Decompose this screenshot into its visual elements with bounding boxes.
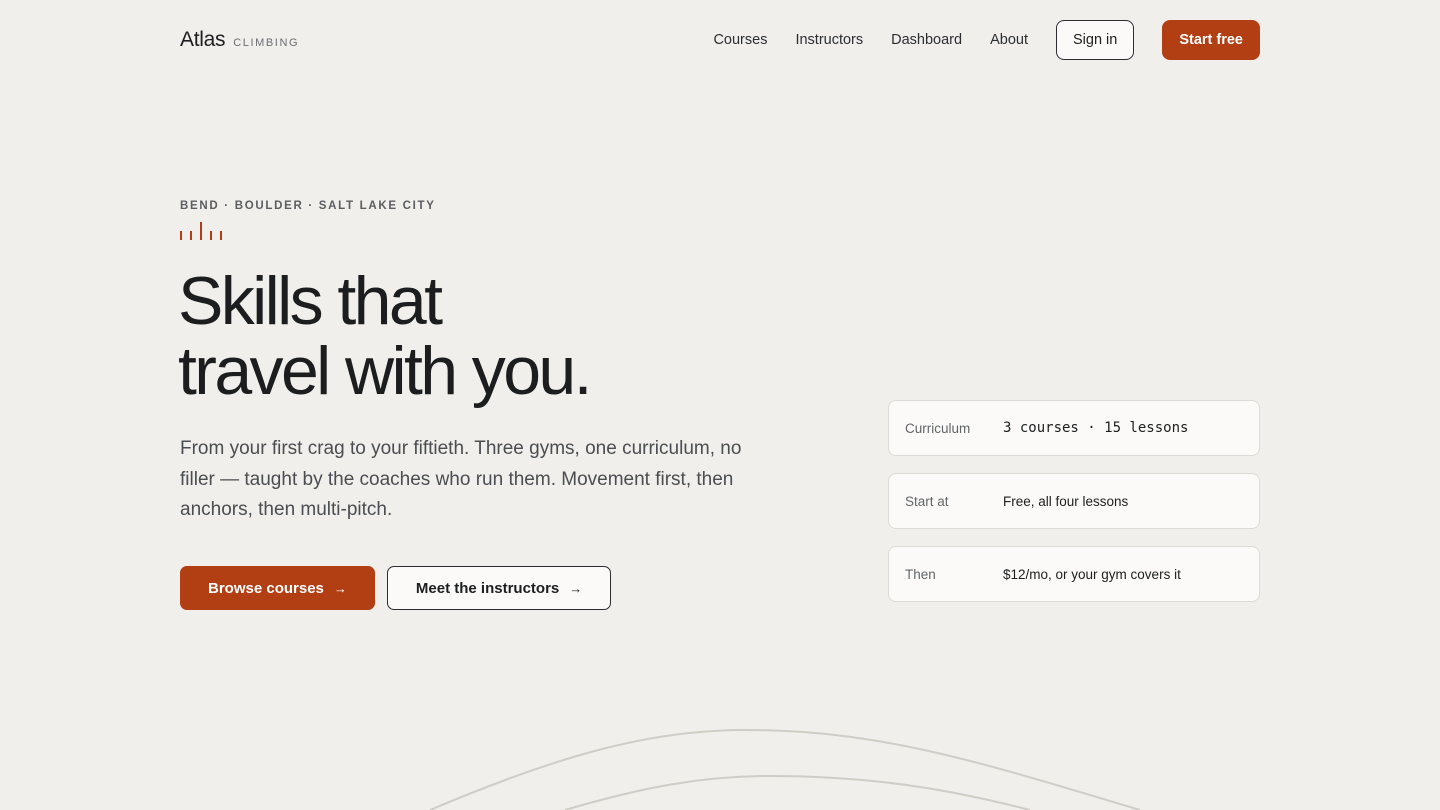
info-card-label: Start at <box>905 493 949 509</box>
info-card-value: $12/mo, or your gym covers it <box>1003 566 1181 582</box>
sign-in-button[interactable]: Sign in <box>1055 20 1135 60</box>
nav-link-instructors[interactable]: Instructors <box>795 32 863 48</box>
brand-subtitle: CLIMBING <box>233 37 300 49</box>
arrow-right-icon: → <box>333 580 347 596</box>
meet-instructors-label: Meet the instructors <box>415 579 560 597</box>
info-card-then: Then $12/mo, or your gym covers it <box>888 546 1260 602</box>
start-free-button[interactable]: Start free <box>1162 20 1260 60</box>
info-card-label: Curriculum <box>905 420 971 436</box>
hero-eyebrow: BEND · BOULDER · SALT LAKE CITY <box>180 200 436 212</box>
browse-courses-label: Browse courses <box>208 579 324 597</box>
hero-headline-line-1: Skills that <box>178 263 443 339</box>
brand-name: Atlas <box>180 28 226 51</box>
contour-lines-decoration <box>429 728 1141 810</box>
info-card-label: Then <box>905 566 936 582</box>
info-card-value: 3 courses · 15 lessons <box>1003 420 1189 436</box>
hero-cta-row: Browse courses → Meet the instructors → <box>180 566 612 610</box>
brand-logo[interactable]: Atlas CLIMBING <box>180 28 299 52</box>
hero-headline-line-2: travel with you. <box>178 333 593 409</box>
site-header: Atlas CLIMBING Courses Instructors Dashb… <box>180 20 1260 60</box>
landing-page: Atlas CLIMBING Courses Instructors Dashb… <box>0 0 1440 810</box>
info-cards: Curriculum 3 courses · 15 lessons Start … <box>888 400 1260 619</box>
info-card-start: Start at Free, all four lessons <box>888 473 1260 529</box>
info-card-value: Free, all four lessons <box>1003 493 1129 509</box>
meet-instructors-button[interactable]: Meet the instructors → <box>386 566 612 610</box>
nav-link-about[interactable]: About <box>990 32 1028 48</box>
info-card-curriculum: Curriculum 3 courses · 15 lessons <box>888 400 1260 456</box>
hero-lede: From your first crag to your fiftieth. T… <box>180 438 742 520</box>
main-nav: Courses Instructors Dashboard About Sign… <box>713 20 1260 60</box>
nav-link-courses[interactable]: Courses <box>713 32 767 48</box>
hero-headline: Skills that travel with you. <box>178 263 593 409</box>
browse-courses-button[interactable]: Browse courses → <box>180 566 375 610</box>
arrow-right-icon: → <box>569 580 583 596</box>
tick-marks-icon <box>180 222 222 240</box>
nav-link-dashboard[interactable]: Dashboard <box>891 32 962 48</box>
